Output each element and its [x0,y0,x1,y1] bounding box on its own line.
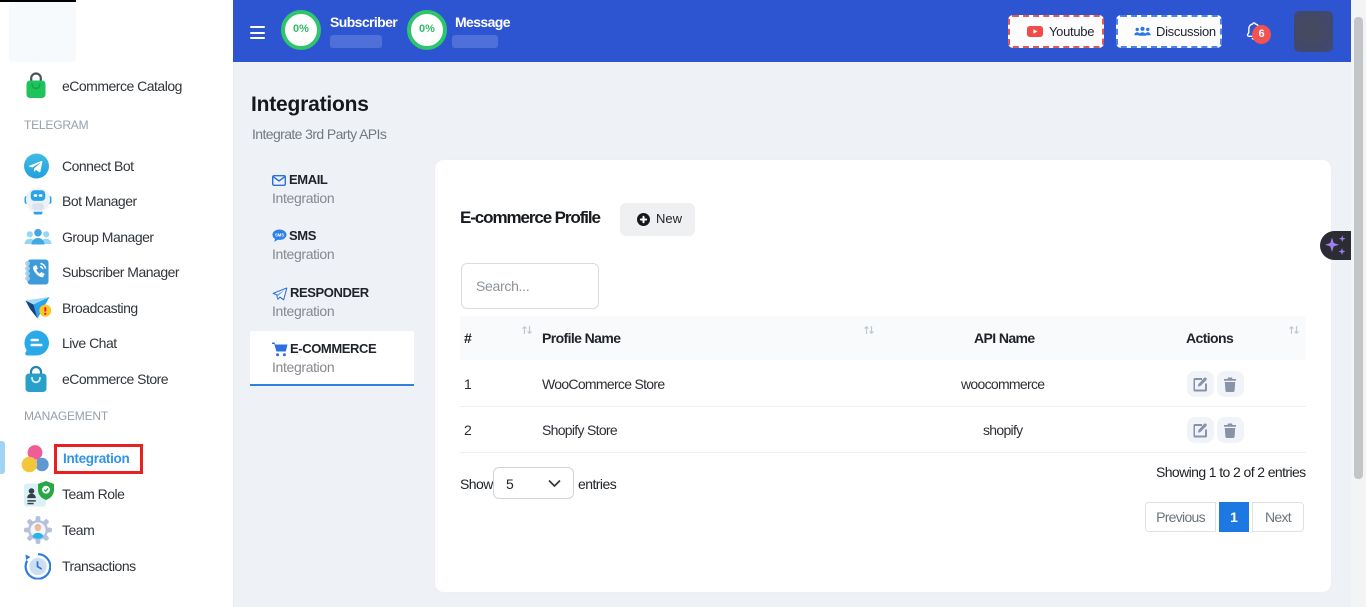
svg-text:SMS: SMS [275,233,284,238]
